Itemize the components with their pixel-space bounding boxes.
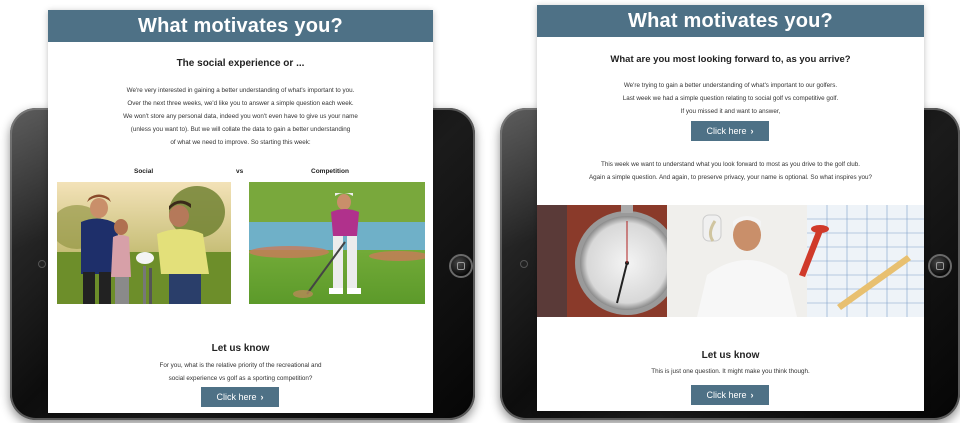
click-here-button[interactable]: Click here ›: [691, 385, 769, 405]
email-banner: What motivates you?: [48, 10, 433, 42]
email-banner: What motivates you?: [537, 5, 924, 37]
intro-line: Last week we had a simple question relat…: [622, 95, 839, 102]
chevron-right-icon: ›: [750, 390, 754, 400]
cta-line: This is just one question. It might make…: [651, 368, 810, 375]
button-label: Click here: [706, 390, 747, 400]
email-card-right: What motivates you? What are you most lo…: [537, 5, 924, 411]
cta-heading: Let us know: [211, 343, 270, 354]
camera-icon: [38, 260, 46, 268]
label-competition: Competition: [311, 168, 349, 175]
email-heading: The social experience or ...: [176, 58, 305, 69]
intro-line: Over the next three weeks, we'd like you…: [127, 100, 354, 107]
intro-paragraph: We're trying to gain a better understand…: [537, 79, 924, 118]
intro-line: We won't store any personal data, indeed…: [123, 113, 358, 120]
body-paragraph: This week we want to understand what you…: [537, 158, 924, 184]
intro-line: If you missed it and want to answer,: [680, 108, 781, 115]
click-here-button[interactable]: Click here ›: [201, 387, 279, 407]
question-line: For you, what is the relative priority o…: [159, 362, 322, 369]
body-line: Again a simple question. And again, to p…: [588, 174, 873, 181]
question-line: social experience vs golf as a sporting …: [168, 375, 313, 382]
cta-paragraph: This is just one question. It might make…: [537, 365, 924, 378]
button-label: Click here: [216, 392, 257, 402]
home-button-icon: [928, 254, 952, 278]
click-here-button[interactable]: Click here ›: [691, 121, 769, 141]
stopwatch-golfer-scorecard-photo: [537, 205, 924, 317]
intro-line: of what we need to improve. So starting …: [170, 139, 311, 146]
social-golf-photo: [57, 182, 231, 304]
body-line: This week we want to understand what you…: [600, 161, 860, 168]
email-heading: What are you most looking forward to, as…: [610, 54, 851, 65]
chevron-right-icon: ›: [750, 126, 754, 136]
intro-paragraph: We're very interested in gaining a bette…: [48, 84, 433, 149]
intro-line: (unless you want to). But we will collat…: [130, 126, 351, 133]
intro-line: We're very interested in gaining a bette…: [126, 87, 355, 94]
label-social: Social: [134, 168, 154, 175]
competition-golf-photo: [249, 182, 425, 304]
email-card-left: What motivates you? The social experienc…: [48, 10, 433, 413]
chevron-right-icon: ›: [260, 392, 264, 402]
label-vs: vs: [236, 168, 244, 175]
button-label: Click here: [706, 126, 747, 136]
question-paragraph: For you, what is the relative priority o…: [48, 359, 433, 385]
home-button-icon: [449, 254, 473, 278]
camera-icon: [520, 260, 528, 268]
page: What motivates you? The social experienc…: [0, 0, 960, 423]
intro-line: We're trying to gain a better understand…: [623, 82, 838, 89]
cta-heading: Let us know: [701, 350, 760, 361]
